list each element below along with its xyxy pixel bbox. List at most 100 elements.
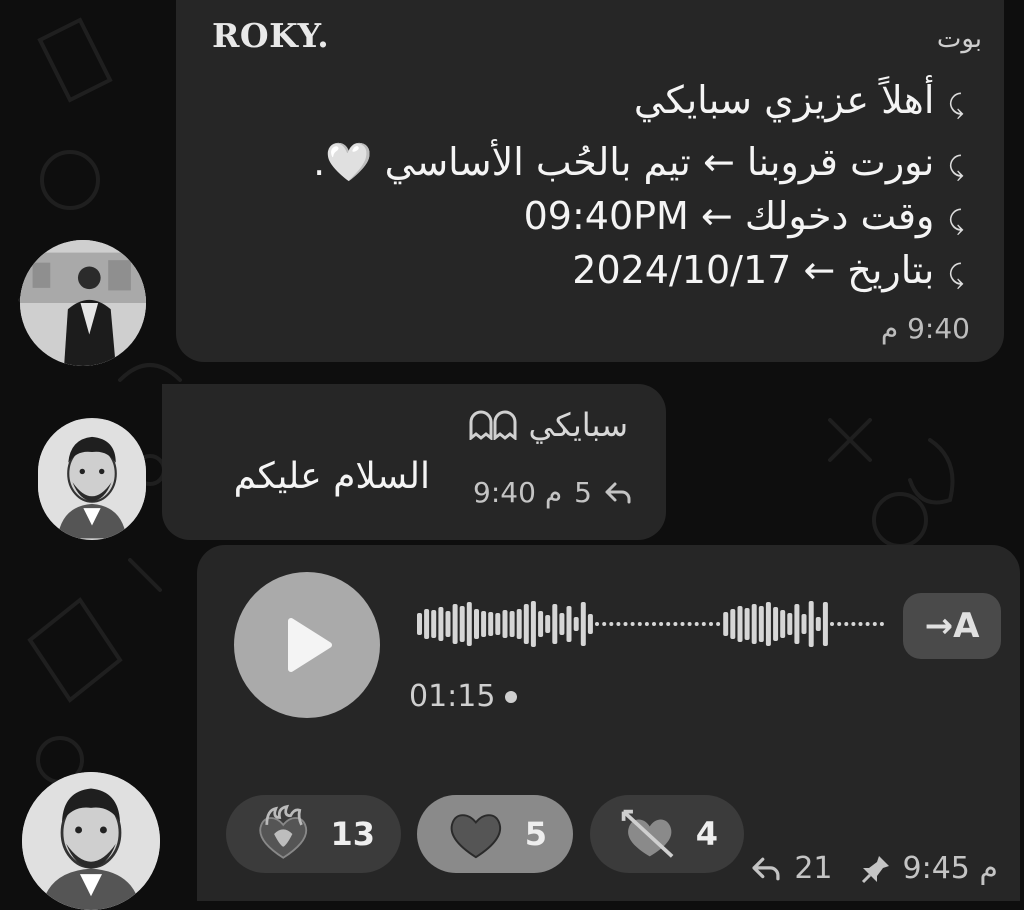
waveform-bar bbox=[673, 622, 678, 626]
waveform-bar bbox=[530, 601, 536, 647]
reaction-heart-with-arrow[interactable]: 4 bbox=[590, 795, 744, 873]
waveform-bar bbox=[616, 622, 621, 626]
waveform-bar bbox=[488, 612, 494, 636]
bot-message-line: ⤹بتاريخ ← 2024/10/17 bbox=[572, 248, 964, 292]
reply-count[interactable]: 5 bbox=[574, 476, 592, 509]
waveform-bar bbox=[730, 609, 736, 639]
waveform-bar bbox=[545, 615, 551, 633]
waveform-bar bbox=[438, 607, 444, 641]
waveform-bar bbox=[794, 604, 800, 644]
heart-on-fire-icon bbox=[259, 804, 308, 859]
waveform-bar bbox=[666, 622, 671, 626]
waveform-bar bbox=[566, 606, 572, 642]
waveform-bar bbox=[424, 609, 430, 639]
waveform-bar bbox=[737, 606, 743, 642]
waveform-bar bbox=[637, 622, 642, 626]
waveform-bar bbox=[709, 622, 713, 626]
waveform-bar bbox=[872, 622, 877, 626]
message-bubble[interactable]: سبايكي السلام عليكم 9:40 م 5 bbox=[162, 384, 666, 540]
sender-avatar[interactable] bbox=[38, 418, 146, 540]
waveform-bar bbox=[851, 622, 856, 626]
waveform-bar bbox=[822, 602, 828, 646]
waveform-bar bbox=[780, 610, 786, 638]
waveform-bar bbox=[858, 622, 863, 626]
message-meta: 9:40 م 5 bbox=[473, 476, 632, 509]
reaction-heart[interactable]: 5 bbox=[417, 795, 573, 873]
return-arrow-icon: ⤹ bbox=[948, 260, 964, 290]
return-arrow-icon: ⤹ bbox=[948, 90, 964, 120]
waveform-bar bbox=[652, 622, 656, 626]
waveform-bar bbox=[495, 613, 501, 635]
bot-avatar[interactable] bbox=[20, 240, 146, 366]
sender-avatar[interactable] bbox=[22, 772, 160, 910]
waveform-bar bbox=[552, 604, 558, 644]
return-arrow-icon: ⤹ bbox=[948, 206, 964, 236]
message-time: 9:40 م bbox=[473, 476, 563, 509]
waveform-bar bbox=[417, 613, 422, 635]
waveform-bar bbox=[879, 622, 884, 626]
reaction-count: 4 bbox=[695, 815, 718, 853]
voice-waveform[interactable] bbox=[417, 595, 887, 653]
waveform-bar bbox=[623, 622, 628, 626]
waveform-bar bbox=[459, 606, 465, 642]
play-icon bbox=[288, 618, 332, 672]
unplayed-dot bbox=[505, 690, 518, 703]
waveform-bar bbox=[580, 602, 586, 646]
waveform-bar bbox=[609, 622, 614, 626]
waveform-bar bbox=[801, 614, 807, 634]
waveform-bar bbox=[559, 613, 565, 635]
voice-message-bubble[interactable]: →A 01:15 13 5 4 21 9:45 م bbox=[197, 545, 1020, 901]
double-ghost-icon bbox=[469, 410, 517, 440]
reaction-count: 13 bbox=[330, 815, 375, 853]
bot-message-line: ⤹نورت قروبنا ← تيم بالحُب الأساسي 🤍. bbox=[313, 140, 964, 184]
waveform-bar bbox=[830, 622, 834, 626]
sender-name[interactable]: سبايكي bbox=[462, 406, 628, 444]
waveform-bar bbox=[481, 611, 487, 637]
waveform-bar bbox=[445, 611, 451, 637]
waveform-bar bbox=[865, 622, 870, 626]
waveform-bar bbox=[516, 609, 522, 639]
waveform-bar bbox=[787, 613, 793, 635]
waveform-bar bbox=[716, 622, 721, 626]
waveform-bar bbox=[538, 611, 544, 637]
waveform-bar bbox=[595, 622, 599, 626]
waveform-bar bbox=[644, 622, 649, 626]
waveform-bar bbox=[694, 622, 699, 626]
waveform-bar bbox=[587, 614, 593, 634]
waveform-bar bbox=[452, 604, 458, 644]
waveform-bar bbox=[680, 622, 685, 626]
waveform-bar bbox=[523, 604, 529, 644]
reply-icon[interactable] bbox=[604, 481, 632, 505]
bot-message-line: ⤹وقت دخولك ← 09:40PM bbox=[523, 194, 964, 238]
bot-message-line: ⤹أهلاً عزيزي سبايكي bbox=[633, 78, 964, 122]
waveform-bar bbox=[431, 610, 437, 638]
heart-with-arrow-icon bbox=[621, 809, 674, 858]
reaction-count: 5 bbox=[524, 815, 547, 853]
waveform-bar bbox=[808, 601, 814, 647]
waveform-bar bbox=[502, 610, 508, 638]
reply-icon[interactable] bbox=[750, 856, 782, 882]
waveform-bar bbox=[744, 608, 750, 640]
reply-count[interactable]: 21 bbox=[794, 851, 832, 886]
waveform-bar bbox=[659, 622, 664, 626]
reaction-heart-on-fire[interactable]: 13 bbox=[226, 795, 401, 873]
message-time: 9:45 م bbox=[902, 851, 998, 886]
waveform-bar bbox=[602, 622, 607, 626]
bot-logo: ROKY. bbox=[212, 16, 330, 55]
waveform-bar bbox=[573, 617, 579, 631]
waveform-bar bbox=[773, 607, 779, 641]
bot-message-bubble[interactable]: ROKY. بوت ⤹أهلاً عزيزي سبايكي ⤹نورت قروب… bbox=[176, 0, 1004, 362]
heart-icon bbox=[450, 814, 501, 859]
pin-icon bbox=[861, 855, 889, 883]
play-button[interactable] bbox=[234, 572, 380, 718]
message-text: السلام عليكم bbox=[233, 456, 430, 497]
voice-duration: 01:15 bbox=[409, 679, 518, 714]
message-meta: 21 9:45 م bbox=[750, 851, 998, 886]
return-arrow-icon: ⤹ bbox=[948, 152, 964, 182]
transcribe-button[interactable]: →A bbox=[903, 593, 1001, 659]
waveform-bar bbox=[466, 602, 472, 646]
sender-label: بوت bbox=[936, 24, 982, 54]
waveform-bar bbox=[509, 611, 515, 637]
waveform-bar bbox=[758, 606, 764, 642]
waveform-bar bbox=[751, 604, 757, 644]
